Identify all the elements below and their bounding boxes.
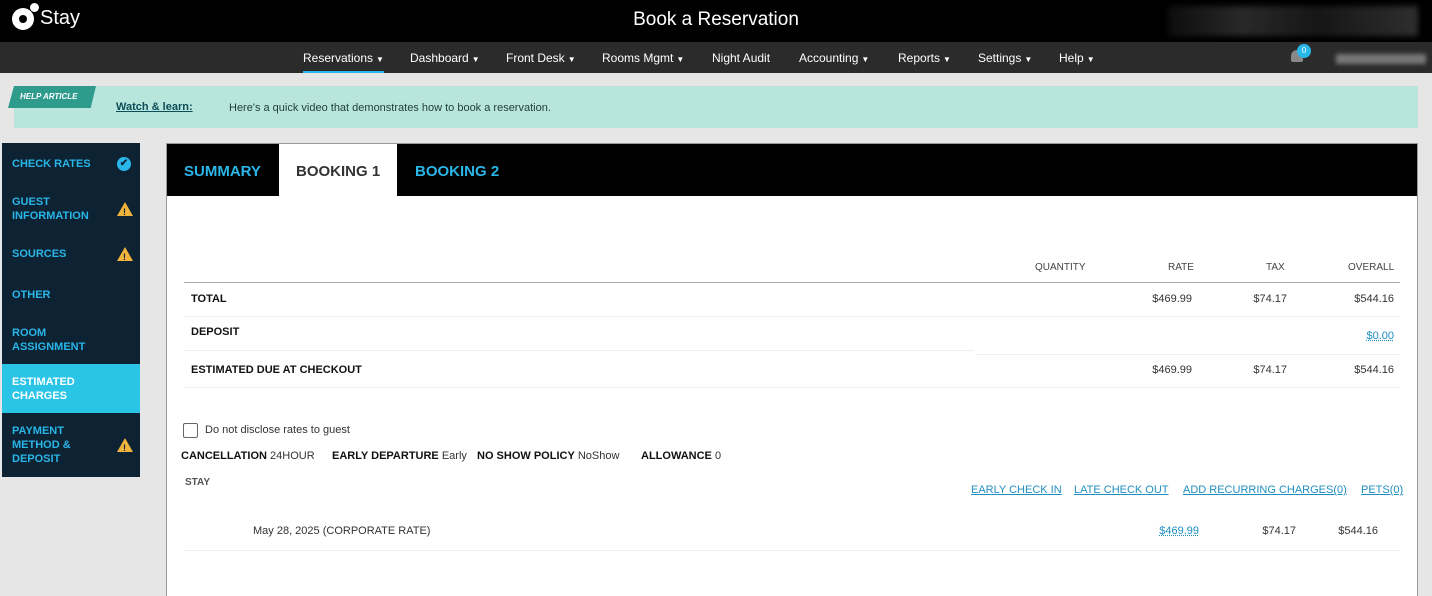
column-header-rate: RATE bbox=[1168, 262, 1194, 273]
caret-down-icon: ▼ bbox=[676, 55, 685, 64]
nav-reservations[interactable]: Reservations ▼ bbox=[303, 51, 384, 73]
nav-night-audit[interactable]: Night Audit bbox=[712, 51, 770, 65]
stay-rate-link[interactable]: $469.99 bbox=[1159, 525, 1199, 537]
caret-down-icon: ▼ bbox=[1086, 55, 1095, 64]
user-info-redacted bbox=[1168, 6, 1418, 36]
column-header-quantity: QUANTITY bbox=[1035, 262, 1086, 273]
nav-help[interactable]: Help ▼ bbox=[1059, 51, 1095, 65]
sidebar-item-label: SOURCES bbox=[12, 248, 67, 260]
help-text: Here's a quick video that demonstrates h… bbox=[229, 102, 551, 114]
top-bar: Stay Book a Reservation bbox=[0, 0, 1432, 42]
divider bbox=[184, 316, 1400, 317]
total-rate: $469.99 bbox=[1152, 293, 1192, 305]
policy-allowance: ALLOWANCE 0 bbox=[641, 450, 722, 462]
warning-icon: ! bbox=[117, 247, 133, 262]
sidebar-item-label: PAYMENT METHOD & DEPOSIT bbox=[12, 425, 71, 465]
booking-tabs: SUMMARY BOOKING 1 BOOKING 2 bbox=[167, 144, 1417, 196]
sidebar-item-payment-method-deposit[interactable]: PAYMENT METHOD & DEPOSIT ! bbox=[2, 424, 140, 466]
booking-steps-sidebar: CHECK RATES ✔ GUEST INFORMATION ! SOURCE… bbox=[2, 143, 140, 477]
warning-icon: ! bbox=[117, 202, 133, 217]
divider bbox=[184, 387, 1400, 388]
divider bbox=[976, 354, 1400, 355]
caret-down-icon: ▼ bbox=[861, 55, 870, 64]
warning-icon: ! bbox=[117, 438, 133, 453]
disclose-rates-label: Do not disclose rates to guest bbox=[205, 424, 350, 436]
tab-summary[interactable]: SUMMARY bbox=[184, 163, 261, 180]
column-header-overall: OVERALL bbox=[1348, 262, 1395, 273]
sidebar-item-sources[interactable]: SOURCES ! bbox=[2, 247, 140, 262]
nav-user-redacted bbox=[1336, 54, 1426, 64]
nav-rooms-mgmt[interactable]: Rooms Mgmt ▼ bbox=[602, 51, 684, 65]
nav-front-desk[interactable]: Front Desk ▼ bbox=[506, 51, 576, 65]
column-header-tax: TAX bbox=[1266, 262, 1285, 273]
policy-early-departure: EARLY DEPARTURE Early bbox=[332, 450, 467, 462]
stay-overall: $544.16 bbox=[1338, 525, 1378, 537]
caret-down-icon: ▼ bbox=[943, 55, 951, 64]
deposit-amount-link[interactable]: $0.00 bbox=[1366, 330, 1394, 342]
stay-tax: $74.17 bbox=[1262, 525, 1296, 537]
watch-learn-link[interactable]: Watch & learn: bbox=[116, 101, 193, 113]
policy-cancellation: CANCELLATION 24HOUR bbox=[181, 450, 315, 462]
disclose-rates-checkbox[interactable] bbox=[183, 423, 198, 438]
add-recurring-charges-link[interactable]: ADD RECURRING CHARGES(0) bbox=[1183, 484, 1347, 496]
due-tax: $74.17 bbox=[1253, 364, 1287, 376]
nav-settings[interactable]: Settings ▼ bbox=[978, 51, 1032, 65]
sidebar-item-label: GUEST INFORMATION bbox=[12, 196, 89, 222]
due-overall: $544.16 bbox=[1354, 364, 1394, 376]
late-check-out-link[interactable]: LATE CHECK OUT bbox=[1074, 484, 1169, 496]
tab-booking-2[interactable]: BOOKING 2 bbox=[415, 163, 499, 180]
stay-label: STAY bbox=[185, 477, 211, 488]
notifications-bell-icon[interactable]: 0 bbox=[1289, 44, 1311, 64]
caret-down-icon: ▼ bbox=[567, 55, 576, 64]
divider bbox=[184, 550, 1400, 551]
due-rate: $469.99 bbox=[1152, 364, 1192, 376]
sidebar-item-label: OTHER bbox=[12, 289, 51, 301]
total-overall: $544.16 bbox=[1354, 293, 1394, 305]
sidebar-item-label: CHECK RATES bbox=[12, 158, 91, 170]
caret-down-icon: ▼ bbox=[1024, 55, 1033, 64]
notification-badge: 0 bbox=[1297, 44, 1311, 58]
caret-down-icon: ▼ bbox=[376, 55, 384, 64]
sidebar-item-label: ROOM ASSIGNMENT bbox=[12, 327, 86, 353]
total-tax: $74.17 bbox=[1253, 293, 1287, 305]
help-banner bbox=[14, 86, 1418, 128]
policy-no-show: NO SHOW POLICY NoShow bbox=[477, 450, 620, 462]
row-label-total: TOTAL bbox=[191, 293, 227, 305]
check-circle-icon: ✔ bbox=[117, 157, 131, 171]
booking-panel: SUMMARY BOOKING 1 BOOKING 2 QUANTITY RAT… bbox=[166, 143, 1418, 596]
pets-link[interactable]: PETS(0) bbox=[1361, 484, 1403, 496]
caret-down-icon: ▼ bbox=[471, 55, 480, 64]
stay-date-label: May 28, 2025 (CORPORATE RATE) bbox=[253, 525, 431, 537]
sidebar-item-check-rates[interactable]: CHECK RATES ✔ bbox=[2, 157, 140, 171]
nav-reports[interactable]: Reports ▼ bbox=[898, 51, 951, 65]
early-check-in-link[interactable]: EARLY CHECK IN bbox=[971, 484, 1062, 496]
sidebar-item-estimated-charges[interactable]: ESTIMATED CHARGES bbox=[2, 364, 140, 413]
tab-booking-1[interactable]: BOOKING 1 bbox=[279, 144, 398, 196]
row-label-estimated-due: ESTIMATED DUE AT CHECKOUT bbox=[191, 364, 362, 376]
sidebar-item-other[interactable]: OTHER bbox=[2, 288, 140, 302]
row-label-deposit: DEPOSIT bbox=[191, 326, 240, 338]
sidebar-item-room-assignment[interactable]: ROOM ASSIGNMENT bbox=[2, 326, 140, 354]
divider bbox=[184, 350, 974, 351]
nav-dashboard[interactable]: Dashboard ▼ bbox=[410, 51, 480, 65]
sidebar-item-label: ESTIMATED CHARGES bbox=[12, 376, 75, 402]
main-nav: Reservations ▼ Dashboard ▼ Front Desk ▼ Roo… bbox=[0, 42, 1432, 73]
help-article-tag: HELP ARTICLE bbox=[8, 86, 96, 108]
divider bbox=[184, 282, 1400, 283]
nav-accounting[interactable]: Accounting ▼ bbox=[799, 51, 869, 65]
sidebar-item-guest-information[interactable]: GUEST INFORMATION ! bbox=[2, 195, 140, 223]
